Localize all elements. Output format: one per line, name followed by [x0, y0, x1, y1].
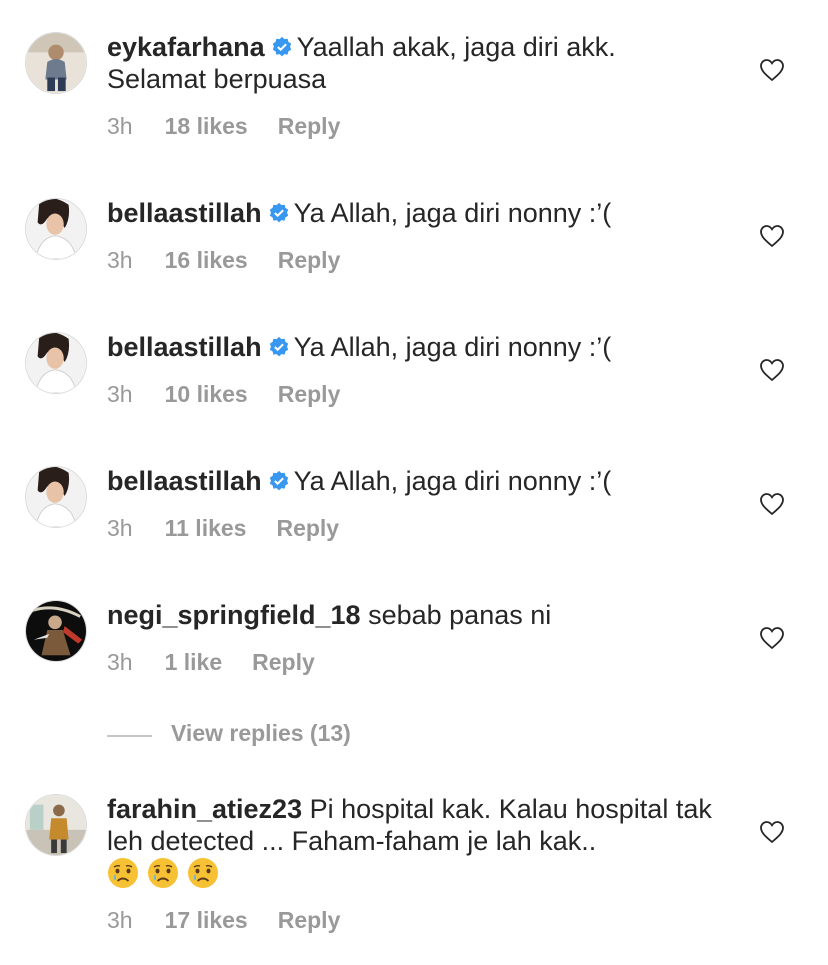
heart-outline-icon[interactable] — [759, 224, 785, 248]
heart-outline-icon[interactable] — [759, 626, 785, 650]
comment-body: bellaastillah Ya Allah, jaga diri nonny :… — [107, 331, 722, 363]
sad-relieved-face-icon — [187, 857, 219, 889]
comment-body: bellaastillah Ya Allah, jaga diri nonny :… — [107, 197, 722, 229]
likes-count-link[interactable]: 18 likes — [165, 113, 248, 139]
avatar[interactable] — [25, 198, 87, 260]
reply-button[interactable]: Reply — [276, 515, 339, 541]
likes-count-link[interactable]: 11 likes — [165, 515, 247, 541]
username-link[interactable]: bellaastillah — [107, 332, 262, 362]
avatar[interactable] — [25, 466, 87, 528]
likes-count-link[interactable]: 16 likes — [165, 247, 248, 273]
heart-outline-icon[interactable] — [759, 358, 785, 382]
timestamp: 3h — [107, 247, 133, 273]
comment-text: Ya Allah, jaga diri nonny :’( — [293, 332, 612, 362]
comment-text: Ya Allah, jaga diri nonny :’( — [293, 198, 612, 228]
reply-button[interactable]: Reply — [278, 247, 341, 273]
comment-meta: 3h 11 likes Reply — [107, 515, 369, 542]
comment-meta: 3h 10 likes Reply — [107, 381, 370, 408]
timestamp: 3h — [107, 113, 133, 139]
reply-button[interactable]: Reply — [252, 649, 315, 675]
view-replies-label: View replies (13) — [171, 720, 351, 746]
comment-body: bellaastillah Ya Allah, jaga diri nonny :… — [107, 465, 722, 497]
comment-body: farahin_atiez23 Pi hospital kak. Kalau h… — [107, 793, 722, 890]
verified-badge-icon — [268, 470, 290, 492]
view-replies-divider — [107, 735, 152, 737]
timestamp: 3h — [107, 515, 133, 541]
avatar[interactable] — [25, 600, 87, 662]
comment-meta: 3h 1 like Reply — [107, 649, 345, 676]
reply-button[interactable]: Reply — [278, 381, 341, 407]
username-link[interactable]: eykafarhana — [107, 32, 265, 62]
comment-body: negi_springfield_18 sebab panas ni — [107, 599, 722, 631]
heart-outline-icon[interactable] — [759, 58, 785, 82]
verified-badge-icon — [271, 36, 293, 58]
reply-button[interactable]: Reply — [278, 113, 341, 139]
comment-meta: 3h 18 likes Reply — [107, 113, 370, 140]
username-link[interactable]: negi_springfield_18 — [107, 600, 361, 630]
comment-meta: 3h 16 likes Reply — [107, 247, 370, 274]
timestamp: 3h — [107, 649, 133, 675]
heart-outline-icon[interactable] — [759, 820, 785, 844]
comment-body: eykafarhana Yaallah akak, jaga diri akk. … — [107, 31, 722, 95]
comment-text: sebab panas ni — [368, 600, 552, 630]
verified-badge-icon — [268, 336, 290, 358]
timestamp: 3h — [107, 907, 133, 933]
comment-meta: 3h 17 likes Reply — [107, 907, 370, 934]
sad-relieved-face-icon — [107, 857, 139, 889]
avatar[interactable] — [25, 794, 87, 856]
likes-count-link[interactable]: 1 like — [165, 649, 223, 675]
likes-count-link[interactable]: 17 likes — [165, 907, 248, 933]
heart-outline-icon[interactable] — [759, 492, 785, 516]
sad-relieved-face-icon — [147, 857, 179, 889]
username-link[interactable]: farahin_atiez23 — [107, 794, 302, 824]
likes-count-link[interactable]: 10 likes — [165, 381, 248, 407]
username-link[interactable]: bellaastillah — [107, 198, 262, 228]
avatar[interactable] — [25, 32, 87, 94]
comment-text: Ya Allah, jaga diri nonny :’( — [293, 466, 612, 496]
avatar[interactable] — [25, 332, 87, 394]
reply-button[interactable]: Reply — [278, 907, 341, 933]
timestamp: 3h — [107, 381, 133, 407]
username-link[interactable]: bellaastillah — [107, 466, 262, 496]
verified-badge-icon — [268, 202, 290, 224]
